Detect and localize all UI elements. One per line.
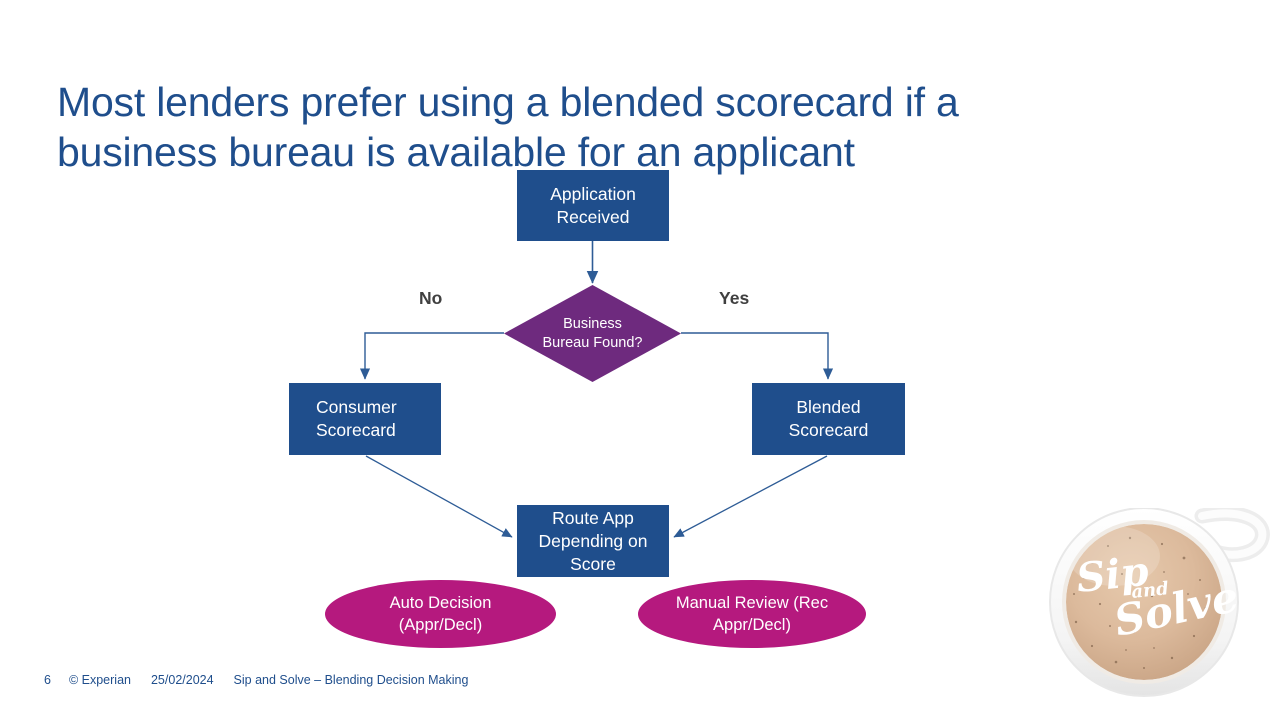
footer-page-number: 6: [44, 673, 51, 687]
flow-node-label: Business Bureau Found?: [542, 315, 643, 351]
flow-node-manual-review: Manual Review (Rec Appr/Decl): [638, 580, 866, 648]
flow-node-blended-scorecard: Blended Scorecard: [752, 383, 905, 455]
sip-and-solve-logo: Sip and Solve: [1049, 508, 1270, 697]
flow-node-label: Application Received: [550, 183, 636, 227]
footer-deck-title: Sip and Solve – Blending Decision Making: [233, 673, 469, 687]
flow-node-label: Auto Decision (Appr/Decl): [389, 594, 492, 634]
flow-node-route-app-depending-on-score: Route App Depending on Score: [517, 505, 669, 577]
connector-blended-to-route: [673, 455, 828, 538]
flow-node-label: Blended Scorecard: [788, 397, 869, 440]
branch-label-yes: Yes: [719, 288, 750, 308]
flow-node-label: Consumer Scorecard: [316, 397, 397, 440]
flow-node-label: Manual Review (Rec Appr/Decl): [675, 594, 829, 634]
slide-footer: 6 © Experian 25/02/2024 Sip and Solve – …: [44, 672, 468, 688]
flow-node-application-received: Application Received: [517, 170, 669, 241]
connector-decision-no-to-consumer: [359, 332, 504, 380]
flow-node-label: Route App Depending on Score: [538, 507, 648, 574]
connector-consumer-to-route: [365, 455, 513, 538]
connector-decision-yes-to-blended: [681, 332, 834, 380]
footer-date: 25/02/2024: [150, 673, 214, 687]
slide-canvas: Most lenders prefer using a blended scor…: [0, 0, 1280, 720]
branch-label-no: No: [419, 288, 443, 308]
footer-copyright: © Experian: [68, 673, 131, 687]
flow-node-business-bureau-found: Business Bureau Found?: [504, 285, 681, 382]
flow-node-auto-decision: Auto Decision (Appr/Decl): [325, 580, 556, 648]
flow-node-consumer-scorecard: Consumer Scorecard: [289, 383, 441, 455]
